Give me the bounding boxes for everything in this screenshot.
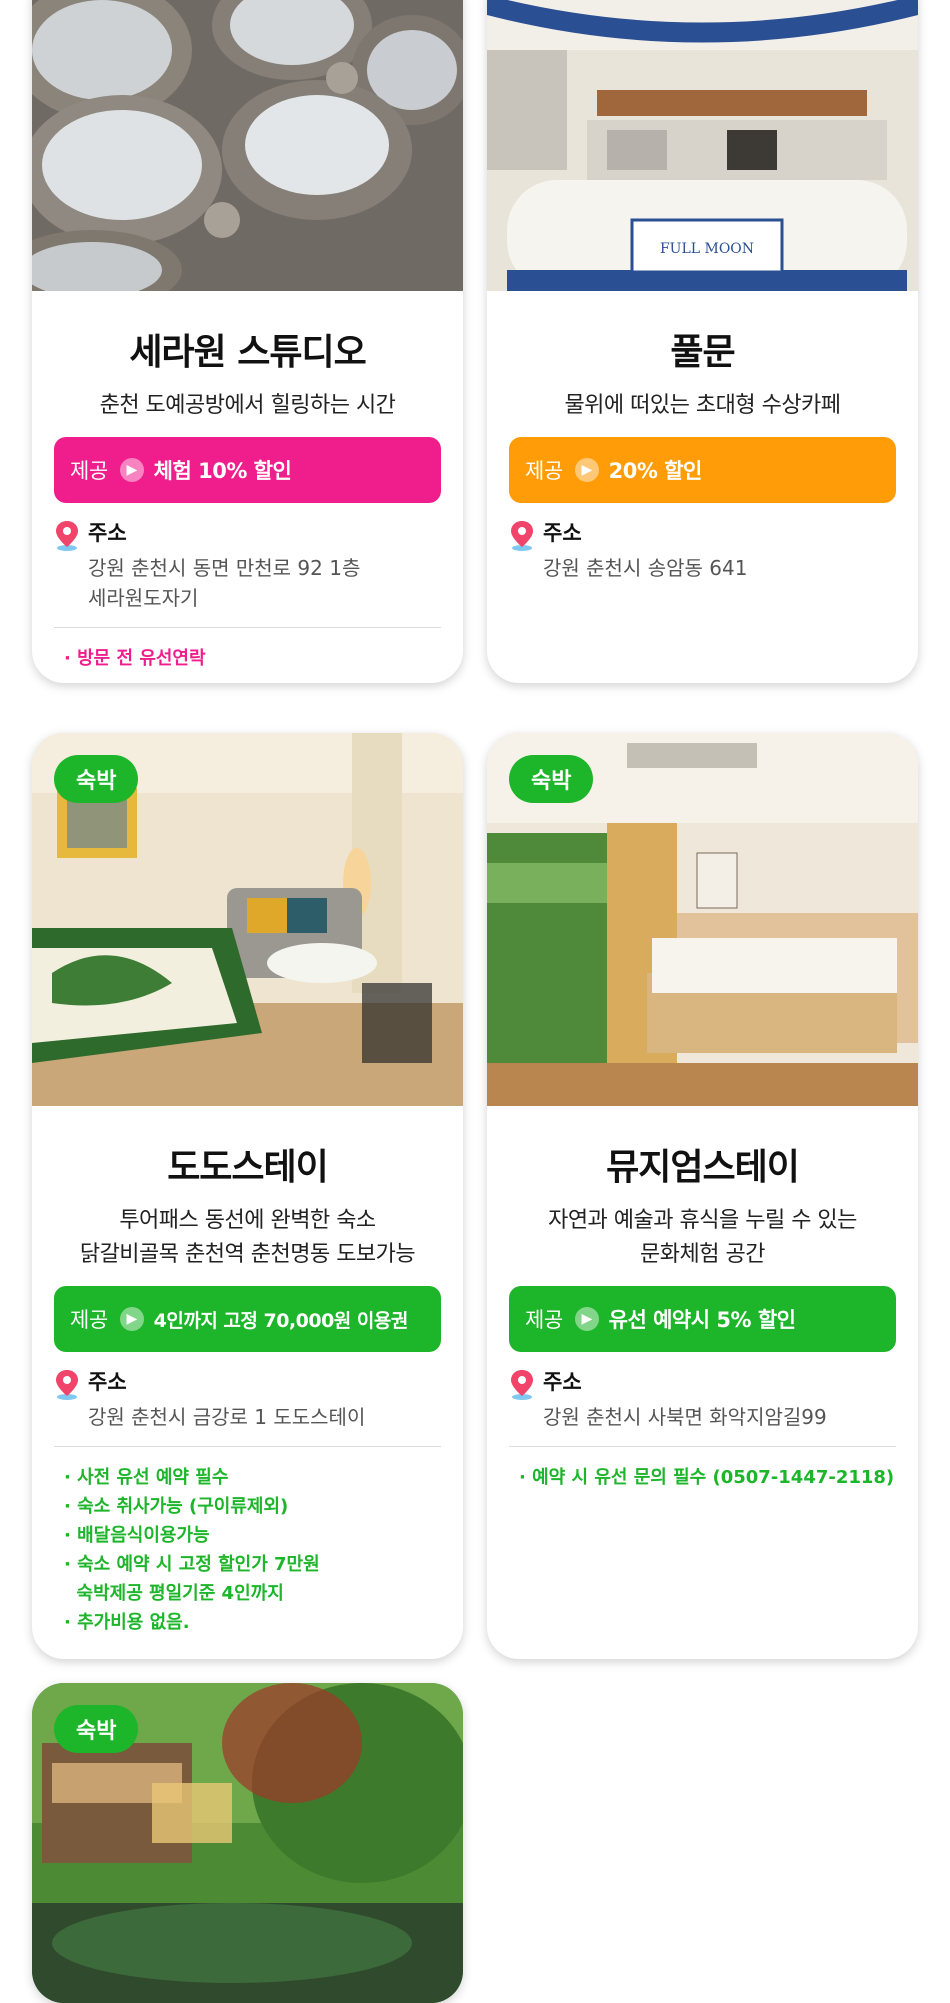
desc-line: 자연과 예술과 휴식을 누릴 수 있는 [548, 1208, 857, 1233]
room-photo: 숙박 [487, 733, 918, 1106]
notes: · 사전 유선 예약 필수 · 숙소 취사가능 (구이류제외) · 배달음식이용… [54, 1446, 441, 1637]
benefit-text: 체험 10% 할인 [153, 459, 292, 483]
category-tag: 숙박 [509, 755, 594, 803]
note-item: 숙박제공 평일기준 4인까지 [64, 1583, 284, 1604]
location-pin-icon [56, 521, 78, 551]
cafe-photo: FULL MOON [487, 0, 918, 291]
benefit-label: 제공 [525, 1308, 563, 1332]
desc-line: 투어패스 동선에 완벽한 숙소 [119, 1208, 376, 1233]
benefit-text: 유선 예약시 5% 할인 [608, 1308, 796, 1332]
note-item: · 사전 유선 예약 필수 [64, 1467, 229, 1488]
note-item: · 숙소 예약 시 고정 할인가 7만원 [64, 1554, 320, 1575]
desc-line: 물위에 떠있는 초대형 수상카페 [564, 393, 841, 418]
category-tag: 숙박 [54, 1705, 139, 1753]
location-pin-icon [56, 1370, 78, 1400]
card-dodostay[interactable]: 숙박 도도스테이 투어패스 동선에 완벽한 숙소 닭갈비골목 춘천역 춘천명동 … [32, 733, 463, 1659]
address-line: 강원 춘천시 사북면 화악지암길99 [543, 1405, 827, 1429]
address-block: 주소 강원 춘천시 금강로 1 도도스테이 [54, 1366, 441, 1432]
address-block: 주소 강원 춘천시 송암동 641 [509, 517, 896, 583]
chevron-right-icon: ▶ [574, 458, 599, 482]
address-line: 강원 춘천시 동면 만천로 92 1층 [88, 556, 361, 580]
benefit-banner: 제공 ▶ 체험 10% 할인 [54, 437, 441, 503]
address-heading: 주소 [88, 1370, 127, 1394]
card-serawon-studio[interactable]: 세라원 스튜디오 춘천 도예공방에서 힐링하는 시간 제공 ▶ 체험 10% 할… [32, 0, 463, 683]
card-title: 도도스테이 [167, 1147, 329, 1188]
address-line: 강원 춘천시 송암동 641 [543, 556, 748, 580]
card-fullmoon[interactable]: FULL MOON 풀문 물위에 떠있는 초대형 수상카페 제공 ▶ 20% 할… [487, 0, 918, 683]
card-title: 풀문 [670, 332, 735, 373]
desc-line: 문화체험 공간 [640, 1242, 765, 1267]
address-heading: 주소 [543, 521, 582, 545]
category-tag: 숙박 [54, 755, 139, 803]
note-item: · 배달음식이용가능 [64, 1525, 210, 1546]
desc-line: 춘천 도예공방에서 힐링하는 시간 [99, 393, 396, 418]
address-text: 강원 춘천시 금강로 1 도도스테이 [88, 1402, 365, 1432]
chevron-right-icon: ▶ [119, 1307, 144, 1331]
benefit-label: 제공 [70, 1308, 108, 1332]
address-text: 강원 춘천시 동면 만천로 92 1층 세라원도자기 [88, 553, 360, 613]
benefit-text: 4인까지 고정 70,000원 이용권 [153, 1309, 409, 1332]
card-description: 자연과 예술과 휴식을 누릴 수 있는 문화체험 공간 [509, 1204, 896, 1272]
card-stay-5[interactable]: 숙박 [32, 1683, 463, 2003]
desc-line: 닭갈비골목 춘천역 춘천명동 도보가능 [79, 1242, 416, 1267]
address-text: 강원 춘천시 송암동 641 [543, 553, 747, 583]
card-description: 투어패스 동선에 완벽한 숙소 닭갈비골목 춘천역 춘천명동 도보가능 [54, 1204, 441, 1272]
address-line: 강원 춘천시 금강로 1 도도스테이 [88, 1405, 366, 1429]
card-title: 뮤지엄스테이 [606, 1147, 800, 1188]
address-text: 강원 춘천시 사북면 화악지암길99 [543, 1402, 827, 1432]
address-heading: 주소 [543, 1370, 582, 1394]
benefit-label: 제공 [70, 459, 108, 483]
benefit-text: 20% 할인 [608, 459, 703, 483]
benefit-banner: 제공 ▶ 4인까지 고정 70,000원 이용권 [54, 1286, 441, 1352]
location-pin-icon [511, 1370, 533, 1400]
card-description: 물위에 떠있는 초대형 수상카페 [509, 389, 896, 423]
address-heading: 주소 [88, 521, 127, 545]
pottery-photo [32, 0, 463, 291]
benefit-label: 제공 [525, 459, 563, 483]
chevron-right-icon: ▶ [574, 1307, 599, 1331]
card-museumstay[interactable]: 숙박 뮤지엄스테이 자연과 예술과 휴식을 누릴 수 있는 문화체험 공간 제공… [487, 733, 918, 1659]
notes: · 방문 전 유선연락 [54, 627, 441, 673]
address-line: 세라원도자기 [88, 586, 199, 610]
address-block: 주소 강원 춘천시 사북면 화악지암길99 [509, 1366, 896, 1432]
address-block: 주소 강원 춘천시 동면 만천로 92 1층 세라원도자기 [54, 517, 441, 613]
note-item: · 추가비용 없음. [64, 1612, 190, 1633]
card-title: 세라원 스튜디오 [129, 332, 366, 373]
benefit-banner: 제공 ▶ 유선 예약시 5% 할인 [509, 1286, 896, 1352]
card-description: 춘천 도예공방에서 힐링하는 시간 [54, 389, 441, 423]
note-item: · 예약 시 유선 문의 필수 (0507-1447-2118) [519, 1467, 895, 1488]
location-pin-icon [511, 521, 533, 551]
chevron-right-icon: ▶ [119, 458, 144, 482]
notes: · 예약 시 유선 문의 필수 (0507-1447-2118) [509, 1446, 896, 1492]
benefit-banner: 제공 ▶ 20% 할인 [509, 437, 896, 503]
room-photo: 숙박 [32, 733, 463, 1106]
note-item: · 방문 전 유선연락 [64, 648, 206, 669]
garden-photo: 숙박 [32, 1683, 463, 2003]
svg-text:FULL MOON: FULL MOON [660, 241, 754, 257]
note-item: · 숙소 취사가능 (구이류제외) [64, 1496, 289, 1517]
